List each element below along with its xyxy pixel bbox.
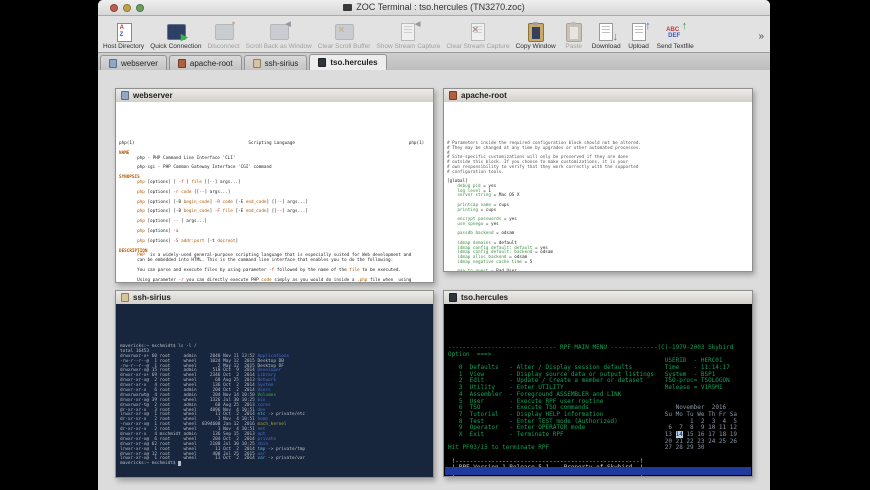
toolbar-label-scroll-back-as-window: Scroll Back as Window xyxy=(246,43,312,50)
tn3270-status-bar: X. 07/015 xyxy=(445,467,751,475)
paste-icon xyxy=(562,22,586,42)
toolbar-button-clear-stream-capture: ×Clear Stream Capture xyxy=(443,21,512,52)
toolbar-button-upload[interactable]: ↑Upload xyxy=(624,21,654,52)
tab-terminal-icon xyxy=(178,59,186,68)
tab-apache-root[interactable]: apache-root xyxy=(169,55,242,70)
terminal-window-icon xyxy=(121,293,129,302)
terminal-window-icon xyxy=(449,293,457,302)
terminal-line: map to guest = Bad User xyxy=(447,270,749,271)
terminal-line: php(1) Scripting Language php(1) xyxy=(119,142,430,147)
tab-label: webserver xyxy=(121,59,158,68)
pane-title-text: tso.hercules xyxy=(461,293,508,302)
toolbar-button-host-directory[interactable]: AZHost Directory xyxy=(100,21,147,52)
apache-screen: # Parameters inside the required configu… xyxy=(447,142,749,271)
pane-webserver: webserver php(1) Scripting Language php(… xyxy=(115,88,434,283)
terminal-window-icon xyxy=(449,91,457,100)
copy-window-icon xyxy=(524,22,548,42)
pane-ssh-sirius: ssh-sirius mavericks:~ mschmidt$ ls -l /… xyxy=(115,290,434,478)
toolbar-button-copy-window[interactable]: Copy Window xyxy=(513,21,559,52)
app-icon xyxy=(343,4,352,11)
pane-apache-titlebar[interactable]: apache-root xyxy=(444,89,752,103)
terminal-line: You can parse and execute files by using… xyxy=(119,269,430,274)
toolbar-button-disconnect: ●Disconnect xyxy=(205,21,243,52)
pane-ssh-titlebar[interactable]: ssh-sirius xyxy=(116,291,433,305)
pane-title-text: apache-root xyxy=(461,91,507,100)
apache-terminal[interactable]: # Parameters inside the required configu… xyxy=(444,102,752,271)
toolbar-label-clear-scroll-buffer: Clear Scroll Buffer xyxy=(318,43,371,50)
toolbar-label-show-stream-capture: Show Stream Capture xyxy=(376,43,440,50)
terminal-window-icon xyxy=(121,91,129,100)
pane-webserver-titlebar[interactable]: webserver xyxy=(116,89,433,103)
clear-stream-capture-icon: × xyxy=(466,22,490,42)
host-directory-icon: AZ xyxy=(112,22,136,42)
toolbar-button-clear-scroll-buffer: ×Clear Scroll Buffer xyxy=(315,21,374,52)
toolbar-overflow-chevron-icon[interactable]: » xyxy=(758,31,768,52)
tab-bar: webserver apache-root ssh-sirius tso.hercul… xyxy=(98,53,770,71)
terminal-line: mavericks:~ mschmidt$ xyxy=(120,462,429,467)
disconnect-icon: ● xyxy=(212,22,236,42)
tab-terminal-icon xyxy=(253,59,261,68)
clear-scroll-buffer-icon: × xyxy=(332,22,356,42)
ssh-screen: mavericks:~ mschmidt$ ls -l /total 16453… xyxy=(120,345,429,467)
tab-ssh-sirius[interactable]: ssh-sirius xyxy=(244,55,308,70)
terminal-line: ------------------------------ RPF MAIN … xyxy=(448,345,748,352)
tab-label: ssh-sirius xyxy=(265,59,299,68)
toolbar-label-host-directory: Host Directory xyxy=(103,43,144,50)
tn3270-status-indicator: X. xyxy=(448,475,455,476)
tab-terminal-icon xyxy=(109,59,117,68)
pane-title-text: webserver xyxy=(133,91,173,100)
toolbar-label-send-textfile: Send Textfile xyxy=(657,43,694,50)
pane-apache-root: apache-root # Parameters inside the requ… xyxy=(443,88,753,272)
pane-tso-hercules: tso.hercules ---------------------------… xyxy=(443,290,753,477)
toolbar-button-paste: Paste xyxy=(559,21,589,52)
scrollback-window-icon: ◀ xyxy=(267,22,291,42)
download-icon: ↓ xyxy=(594,22,618,42)
toolbar-label-clear-stream-capture: Clear Stream Capture xyxy=(446,43,509,50)
toolbar-button-send-textfile[interactable]: ABCDEF↑Send Textfile xyxy=(654,21,697,52)
toolbar-label-disconnect: Disconnect xyxy=(208,43,240,50)
quick-connection-icon: ▶ xyxy=(164,22,188,42)
toolbar-label-upload: Upload xyxy=(627,43,651,50)
toolbar-button-show-stream-capture: ◀Show Stream Capture xyxy=(373,21,443,52)
toolbar-label-paste: Paste xyxy=(562,43,586,50)
window-title: ZOC Terminal : tso.hercules (TN3270.zoc) xyxy=(98,2,770,12)
toolbar: AZHost Directory▶Quick Connection●Discon… xyxy=(98,16,770,53)
tab-label: tso.hercules xyxy=(330,58,377,67)
title-bar: ZOC Terminal : tso.hercules (TN3270.zoc) xyxy=(98,0,770,16)
toolbar-button-scroll-back-as-window: ◀Scroll Back as Window xyxy=(243,21,315,52)
webserver-screen: php(1) Scripting Language php(1) NAME ph… xyxy=(119,142,430,282)
toolbar-label-download: Download xyxy=(592,43,621,50)
send-textfile-icon: ABCDEF↑ xyxy=(663,22,687,42)
tso-screen: ------------------------------ RPF MAIN … xyxy=(448,345,748,476)
show-stream-capture-icon: ◀ xyxy=(396,22,420,42)
tab-webserver[interactable]: webserver xyxy=(100,55,167,70)
toolbar-button-download[interactable]: ↓Download xyxy=(589,21,624,52)
pane-title-text: ssh-sirius xyxy=(133,293,171,302)
terminal-line: can be embedded into HTML. This is the c… xyxy=(119,259,430,264)
zoc-terminal-window: ZOC Terminal : tso.hercules (TN3270.zoc)… xyxy=(98,0,770,490)
terminal-line: Hit PF03/15 to terminate RPF 27 28 29 30 xyxy=(448,445,748,452)
ssh-terminal[interactable]: mavericks:~ mschmidt$ ls -l /total 16453… xyxy=(116,304,433,477)
upload-icon: ↑ xyxy=(627,22,651,42)
toolbar-label-copy-window: Copy Window xyxy=(516,43,556,50)
session-workarea: webserver php(1) Scripting Language php(… xyxy=(98,70,770,490)
terminal-line: Using parameter -r you can directly exec… xyxy=(119,279,430,282)
tso-terminal[interactable]: ------------------------------ RPF MAIN … xyxy=(444,304,752,476)
tab-terminal-icon xyxy=(318,58,326,67)
window-title-text: ZOC Terminal : tso.hercules (TN3270.zoc) xyxy=(356,2,524,12)
tab-label: apache-root xyxy=(190,59,233,68)
toolbar-label-quick-connection: Quick Connection xyxy=(150,43,201,50)
tab-tso-hercules[interactable]: tso.hercules xyxy=(309,54,386,70)
screen: ZOC Terminal : tso.hercules (TN3270.zoc)… xyxy=(0,0,870,490)
toolbar-button-quick-connection[interactable]: ▶Quick Connection xyxy=(147,21,204,52)
pane-tso-titlebar[interactable]: tso.hercules xyxy=(444,291,752,305)
webserver-terminal[interactable]: php(1) Scripting Language php(1) NAME ph… xyxy=(116,102,433,282)
